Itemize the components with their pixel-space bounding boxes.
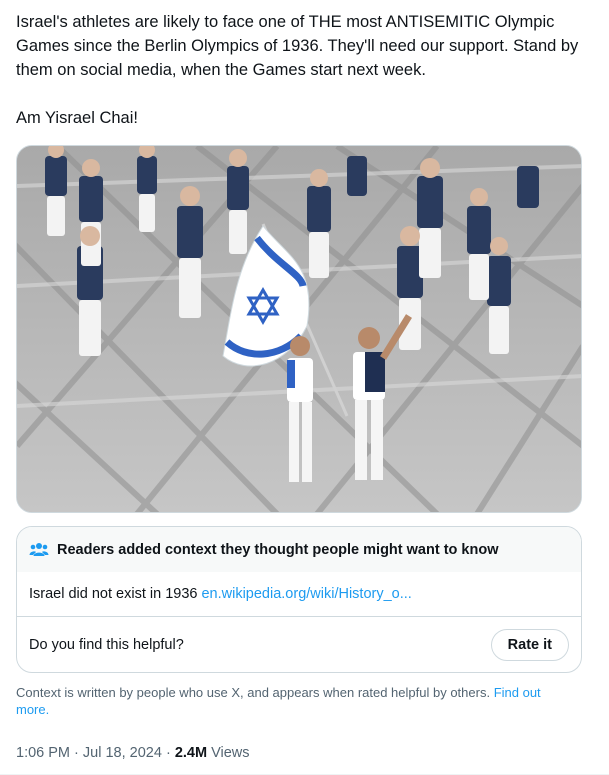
rate-it-button[interactable]: Rate it	[490, 629, 569, 661]
separator: ·	[165, 745, 171, 761]
helpful-prompt: Do you find this helpful?	[29, 637, 184, 653]
tweet-meta: 1:06 PM · Jul 18, 2024 · 2.4M Views	[16, 745, 250, 761]
tweet-date[interactable]: Jul 18, 2024	[83, 745, 162, 761]
context-disclaimer-text: Context is written by people who use X, …	[16, 685, 491, 700]
tweet-paragraph: Am Yisrael Chai!	[16, 109, 138, 127]
community-note: Readers added context they thought peopl…	[16, 526, 582, 673]
tweet-text: Israel's athletes are likely to face one…	[16, 10, 596, 130]
context-disclaimer: Context is written by people who use X, …	[16, 684, 576, 718]
views-label: Views	[211, 745, 250, 761]
people-icon	[29, 540, 49, 560]
tweet-time[interactable]: 1:06 PM	[16, 745, 70, 761]
tweet-photo[interactable]	[16, 145, 582, 513]
community-note-footer: Do you find this helpful? Rate it	[17, 617, 581, 672]
community-note-source-link[interactable]: en.wikipedia.org/wiki/History_o...	[201, 586, 411, 602]
separator: ·	[74, 745, 79, 761]
tweet: Israel's athletes are likely to face one…	[0, 0, 609, 775]
views-count[interactable]: 2.4M	[175, 745, 207, 761]
community-note-title: Readers added context they thought peopl…	[57, 541, 499, 558]
tweet-paragraph: Israel's athletes are likely to face one…	[16, 13, 579, 79]
community-note-body: Israel did not exist in 1936 en.wikipedi…	[17, 572, 581, 617]
photo-illustration	[17, 146, 581, 512]
community-note-text: Israel did not exist in 1936	[29, 586, 198, 602]
community-note-header: Readers added context they thought peopl…	[17, 527, 581, 572]
